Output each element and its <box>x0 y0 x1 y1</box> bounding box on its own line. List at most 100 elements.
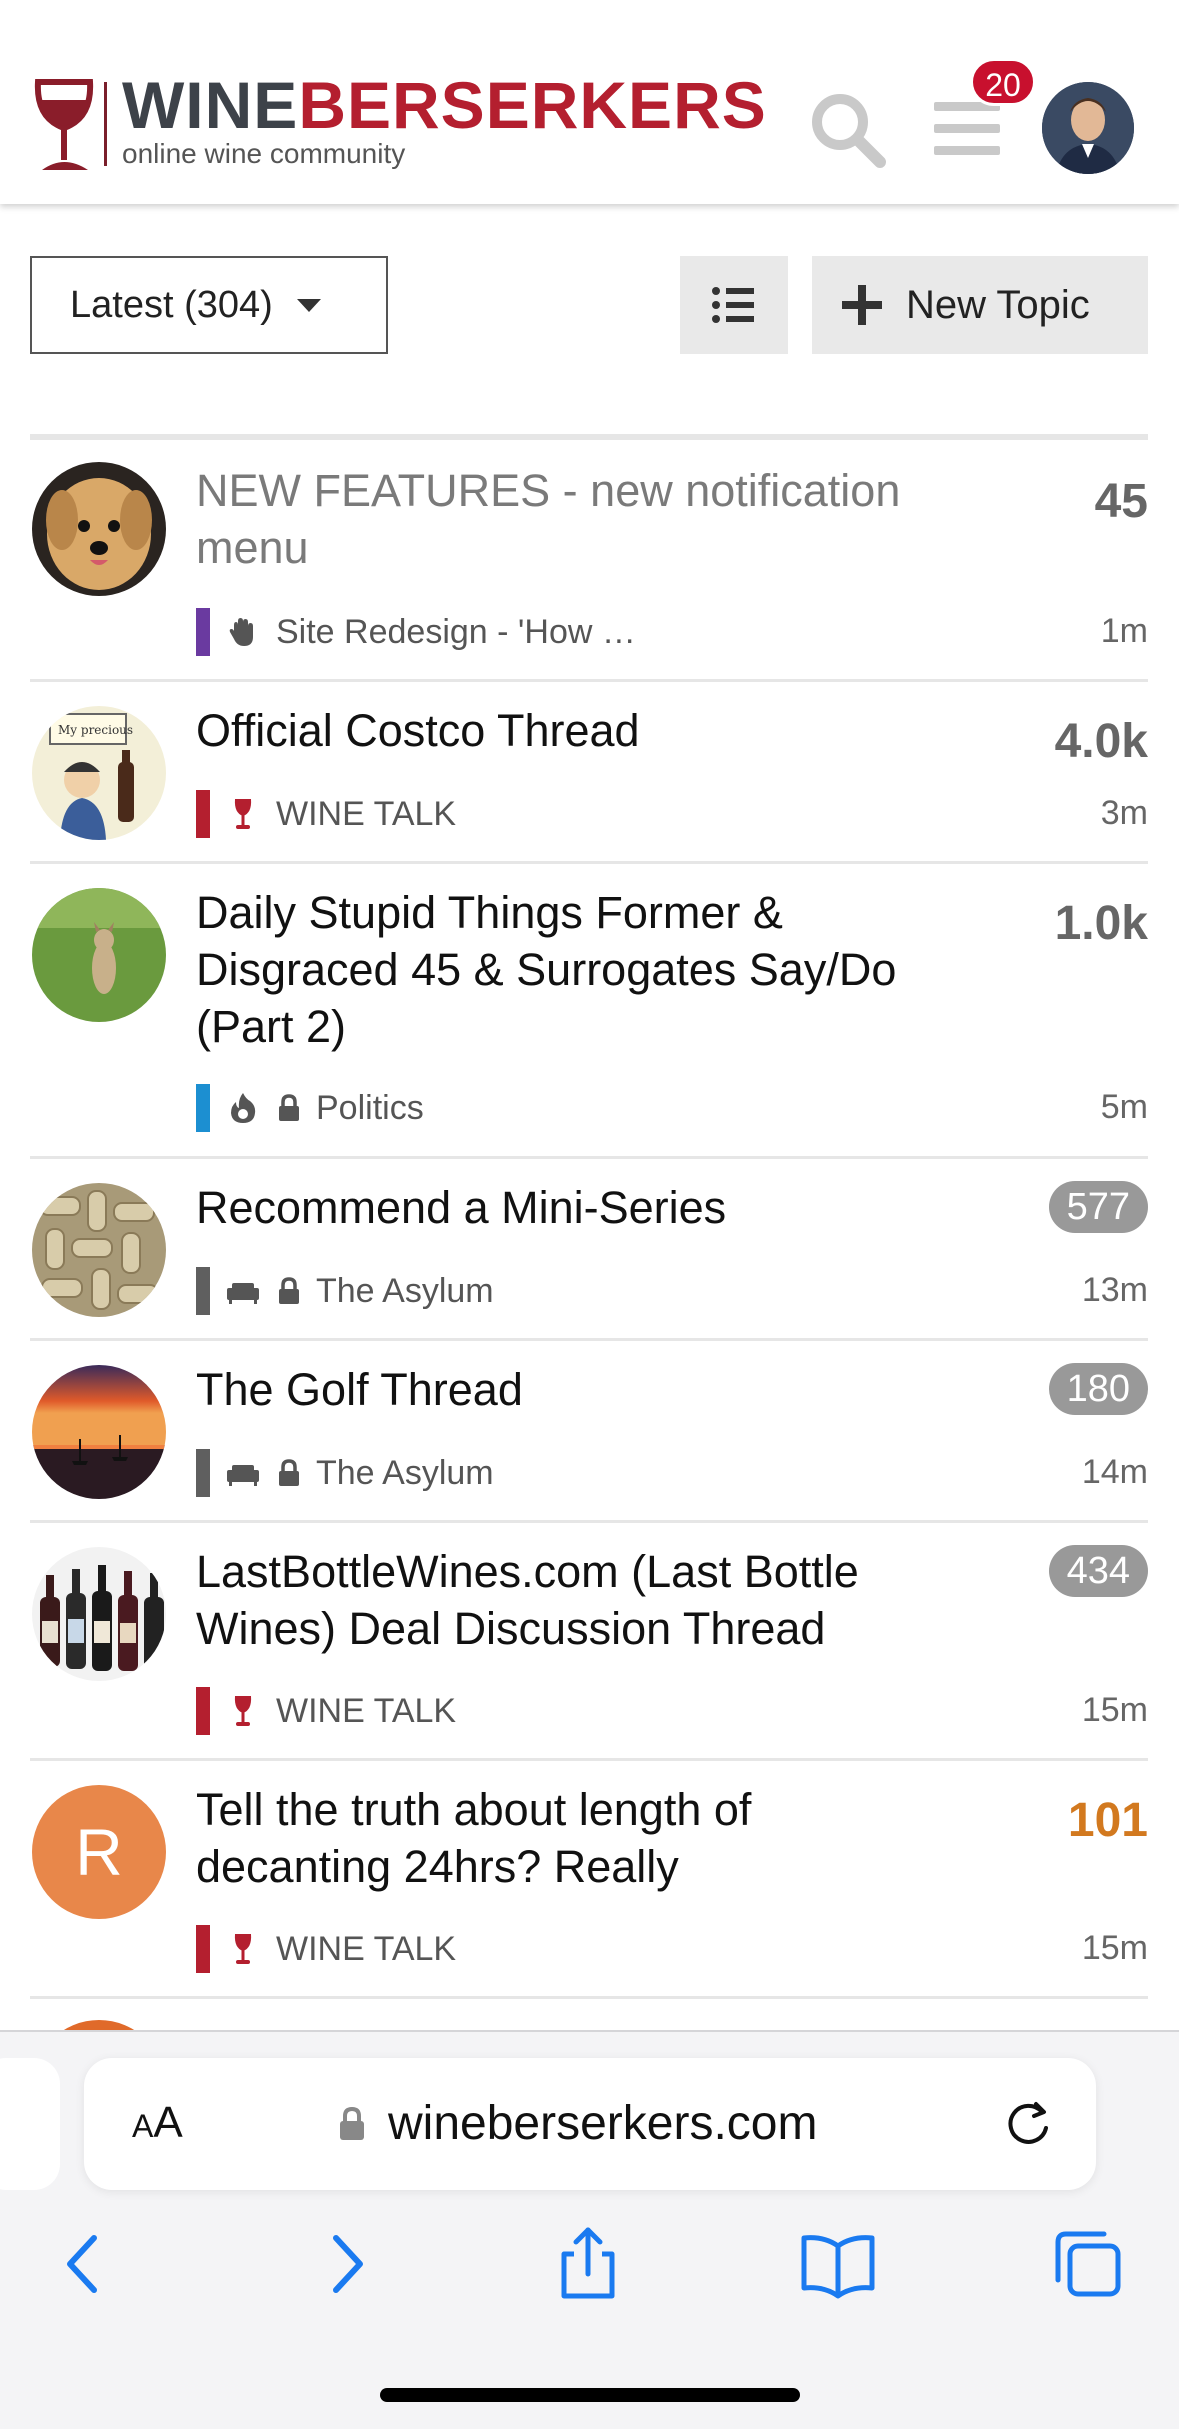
category-color-bar <box>196 1084 210 1132</box>
activity-time[interactable]: 5m <box>1101 1088 1148 1127</box>
logo-word-wine: WINE <box>122 68 299 142</box>
previous-tab-peek[interactable] <box>0 2058 60 2190</box>
activity-time[interactable]: 15m <box>1082 1691 1148 1730</box>
list-icon <box>712 287 754 323</box>
fire-icon <box>231 1093 256 1123</box>
list-view-button[interactable] <box>680 256 788 354</box>
topic-category[interactable]: The Asylum <box>196 1267 494 1315</box>
activity-time[interactable]: 3m <box>1101 794 1148 833</box>
category-color-bar <box>196 608 210 656</box>
reload-icon[interactable] <box>1002 2098 1054 2150</box>
reply-count[interactable]: 4.0k <box>1055 714 1148 769</box>
topic-title[interactable]: LastBottleWines.com (Last Bottle Wines) … <box>196 1543 916 1657</box>
tabs-icon[interactable] <box>1050 2226 1126 2302</box>
lock-icon <box>279 1094 299 1121</box>
topic-category[interactable]: WINE TALK <box>196 1925 456 1973</box>
reply-count[interactable]: 101 <box>1068 1793 1148 1848</box>
sunset-avatar-image <box>32 1365 166 1499</box>
plus-icon <box>842 285 882 325</box>
text-size-button[interactable]: AA <box>132 2098 183 2148</box>
topic-filter-dropdown[interactable]: Latest (304) <box>30 256 388 354</box>
topic-title[interactable]: Official Costco Thread <box>196 702 916 759</box>
letter-avatar[interactable]: R <box>32 1785 166 1919</box>
category-color-bar <box>196 1687 210 1735</box>
activity-time[interactable]: 1m <box>1101 612 1148 651</box>
category-color-bar <box>196 1925 210 1973</box>
topic-title[interactable]: NEW FEATURES - new notification menu <box>196 462 916 576</box>
hand-icon <box>229 618 253 646</box>
back-icon[interactable] <box>48 2226 124 2302</box>
avatar-letter: R <box>75 1815 123 1889</box>
new-topic-button[interactable]: New Topic <box>812 256 1148 354</box>
notification-badge[interactable]: 20 <box>970 58 1036 106</box>
topic-avatar[interactable]: My precious <box>32 706 166 840</box>
logo-word-berserkers: BERSERKERS <box>298 68 767 142</box>
activity-time[interactable]: 15m <box>1082 1929 1148 1968</box>
user-avatar[interactable] <box>1042 82 1134 174</box>
reply-count[interactable]: 1.0k <box>1055 896 1148 951</box>
logo-divider <box>104 82 107 166</box>
hamburger-menu-icon[interactable] <box>934 98 1000 158</box>
corks-avatar-image <box>32 1183 166 1317</box>
category-name: The Asylum <box>316 1271 494 1310</box>
dog-in-grass-avatar-image <box>32 888 166 1022</box>
category-name: WINE TALK <box>276 794 457 833</box>
topic-category[interactable]: Site Redesign - 'How … <box>196 608 636 656</box>
category-name: WINE TALK <box>276 1929 457 1968</box>
new-topic-label: New Topic <box>906 282 1090 327</box>
reply-count-badge[interactable]: 180 <box>1048 1363 1148 1415</box>
category-name: The Asylum <box>316 1453 494 1492</box>
topic-row[interactable]: My precious Official Costco Thread WINE … <box>30 682 1148 864</box>
bookmarks-icon[interactable] <box>800 2226 876 2302</box>
topic-avatar[interactable] <box>32 1183 166 1317</box>
browser-toolbar: AA wineberserkers.com <box>0 2030 1179 2429</box>
home-indicator <box>380 2388 800 2402</box>
logo-tagline: online wine community <box>122 138 406 169</box>
wine-bottles-avatar-image <box>32 1547 166 1681</box>
topic-avatar[interactable] <box>32 462 166 596</box>
topic-category[interactable]: WINE TALK <box>196 1687 456 1735</box>
category-name: Politics <box>316 1088 424 1127</box>
logo-wordmark: WINEBERSERKERS <box>122 70 767 140</box>
topic-title[interactable]: Tell the truth about length of decanting… <box>196 1781 916 1895</box>
topic-category[interactable]: Politics <box>196 1084 424 1132</box>
topic-avatar[interactable] <box>32 888 166 1022</box>
topic-row[interactable]: R Tell the truth about length of decanti… <box>30 1761 1148 1999</box>
svg-text:My precious: My precious <box>58 723 133 737</box>
topic-category[interactable]: The Asylum <box>196 1449 494 1497</box>
cartoon-avatar-image: My precious <box>32 706 166 840</box>
topic-title[interactable]: Recommend a Mini-Series <box>196 1179 916 1236</box>
reply-count-badge[interactable]: 434 <box>1048 1545 1148 1597</box>
topic-row[interactable]: Recommend a Mini-Series The Asylum 577 1… <box>30 1159 1148 1341</box>
dog-avatar-image <box>32 462 166 596</box>
topic-avatar[interactable] <box>32 1547 166 1681</box>
activity-time[interactable]: 14m <box>1082 1453 1148 1492</box>
category-name: Site Redesign - 'How … <box>276 612 636 651</box>
share-icon[interactable] <box>550 2226 626 2302</box>
lock-icon <box>279 1459 299 1486</box>
topic-row[interactable]: The Golf Thread The Asylum 180 14m <box>30 1341 1148 1523</box>
activity-time[interactable]: 13m <box>1082 1271 1148 1310</box>
couch-icon <box>227 1465 259 1486</box>
topic-row[interactable]: LastBottleWines.com (Last Bottle Wines) … <box>30 1523 1148 1761</box>
user-avatar-image <box>1042 82 1134 174</box>
topic-title[interactable]: The Golf Thread <box>196 1361 916 1418</box>
search-icon[interactable] <box>808 90 888 170</box>
text-size-large-a: A <box>153 2098 183 2147</box>
topic-row[interactable]: NEW FEATURES - new notification menu Sit… <box>30 440 1148 682</box>
site-logo[interactable]: WINEBERSERKERS online wine community <box>30 70 770 176</box>
wine-glass-icon <box>234 1696 252 1726</box>
reply-count-badge[interactable]: 577 <box>1048 1181 1148 1233</box>
topic-category[interactable]: WINE TALK <box>196 790 456 838</box>
reply-count[interactable]: 45 <box>1095 474 1148 529</box>
topic-avatar[interactable] <box>32 1365 166 1499</box>
topic-title[interactable]: Daily Stupid Things Former & Disgraced 4… <box>196 884 916 1055</box>
address-bar[interactable]: AA wineberserkers.com <box>84 2058 1096 2190</box>
topic-row[interactable]: Daily Stupid Things Former & Disgraced 4… <box>30 864 1148 1159</box>
forward-icon[interactable] <box>306 2226 382 2302</box>
url-text[interactable]: wineberserkers.com <box>388 2096 817 2151</box>
site-header: WINEBERSERKERS online wine community 20 <box>0 0 1179 204</box>
text-size-small-a: A <box>132 2108 154 2144</box>
caret-down-icon <box>296 298 321 312</box>
category-color-bar <box>196 1449 210 1497</box>
